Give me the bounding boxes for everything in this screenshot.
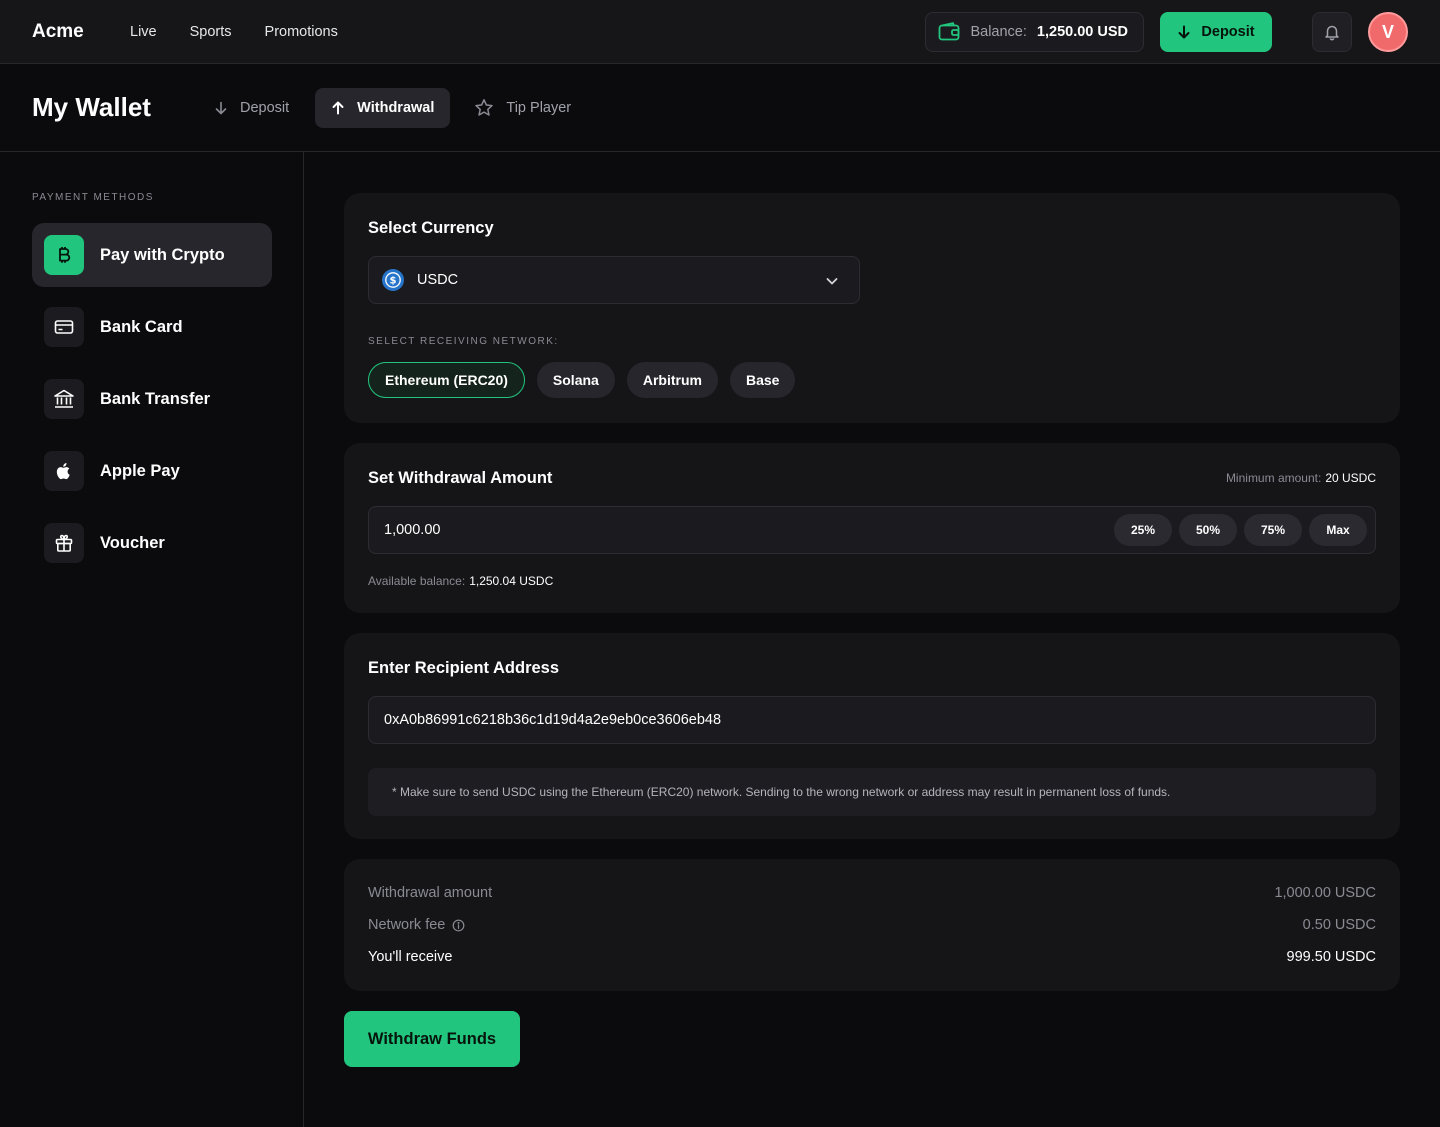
wallet-icon <box>938 22 960 42</box>
header-actions: Balance: 1,250.00 USD Deposit V <box>925 12 1408 52</box>
available-balance-label: Available balance: <box>368 574 466 588</box>
usdc-icon: $ <box>381 268 405 292</box>
recipient-card: Enter Recipient Address 0xA0b86991c6218b… <box>344 633 1400 839</box>
amount-value: 1,000.00 <box>384 522 441 538</box>
nav-live[interactable]: Live <box>130 24 157 40</box>
payment-methods-sidebar: PAYMENT METHODS Pay with Crypto Bank Car… <box>0 152 304 1127</box>
minimum-amount-label: Minimum amount: <box>1225 470 1322 485</box>
currency-card: Select Currency $ USDC SELECT RECEIVING … <box>344 193 1400 423</box>
summary-row-withdrawal: Withdrawal amount 1,000.00 USDC <box>368 877 1376 909</box>
network-fee-label: Network fee <box>368 917 446 933</box>
amount-title: Set Withdrawal Amount <box>368 469 553 487</box>
nav-sports[interactable]: Sports <box>190 24 232 40</box>
apple-icon <box>44 451 84 491</box>
receive-value: 999.50 USDC <box>1286 949 1376 965</box>
minimum-amount: Minimum amount: 20 USDC <box>1226 471 1376 485</box>
preset-25-button[interactable]: 25% <box>1114 514 1172 546</box>
sidebar-item-bank-card[interactable]: Bank Card <box>32 295 272 359</box>
sidebar-title: PAYMENT METHODS <box>32 192 154 203</box>
top-bar: Acme Live Sports Promotions Balance: 1,2… <box>0 0 1440 64</box>
page-header: My Wallet Deposit Withdrawal Tip Player <box>0 64 1440 152</box>
withdrawal-amount-value: 1,000.00 USDC <box>1274 885 1376 901</box>
tab-tip-player-label: Tip Player <box>506 99 572 116</box>
amount-input[interactable]: 1,000.00 25% 50% 75% Max <box>368 506 1376 554</box>
preset-max-button[interactable]: Max <box>1309 514 1367 546</box>
tab-deposit[interactable]: Deposit <box>210 88 305 128</box>
header-deposit-button[interactable]: Deposit <box>1160 12 1272 52</box>
tab-withdrawal[interactable]: Withdrawal <box>315 87 451 128</box>
tab-deposit-label: Deposit <box>240 99 290 116</box>
network-warning: * Make sure to send USDC using the Ether… <box>368 768 1376 816</box>
bell-icon <box>1323 23 1341 41</box>
chevron-down-icon <box>825 274 839 288</box>
sidebar-item-label: Pay with Crypto <box>100 245 225 264</box>
balance-label: Balance: <box>970 24 1027 40</box>
summary-card: Withdrawal amount 1,000.00 USDC Network … <box>344 859 1400 991</box>
recipient-title: Enter Recipient Address <box>368 659 560 677</box>
currency-value: USDC <box>417 272 459 288</box>
svg-text:$: $ <box>390 276 397 287</box>
info-icon[interactable] <box>452 919 465 932</box>
amount-presets: 25% 50% 75% Max <box>1114 514 1367 546</box>
withdrawal-form: Select Currency $ USDC SELECT RECEIVING … <box>304 152 1440 1127</box>
amount-card: Set Withdrawal Amount Minimum amount: 20 … <box>344 443 1400 613</box>
network-chips: Ethereum (ERC20) Solana Arbitrum Base <box>368 362 1376 398</box>
balance-value: 1,250.00 USD <box>1036 24 1128 40</box>
sidebar-item-apple-pay[interactable]: Apple Pay <box>32 439 272 503</box>
network-chip-base[interactable]: Base <box>729 362 796 398</box>
currency-title: Select Currency <box>368 219 494 237</box>
available-balance: Available balance: 1,250.04 USDC <box>368 574 1376 588</box>
preset-50-button[interactable]: 50% <box>1179 514 1237 546</box>
sidebar-item-label: Voucher <box>100 533 165 552</box>
summary-row-fee: Network fee 0.50 USDC <box>368 909 1376 941</box>
page-title: My Wallet <box>32 92 151 122</box>
notifications-button[interactable] <box>1312 12 1352 52</box>
minimum-amount-value: 20 USDC <box>1325 470 1376 485</box>
network-chip-arbitrum[interactable]: Arbitrum <box>626 362 718 398</box>
available-balance-value: 1,250.04 USDC <box>469 574 554 588</box>
star-icon <box>474 98 494 118</box>
network-fee-value: 0.50 USDC <box>1302 917 1376 933</box>
network-chip-ethereum[interactable]: Ethereum (ERC20) <box>368 362 525 398</box>
currency-select[interactable]: $ USDC <box>368 256 860 304</box>
summary-row-receive: You'll receive 999.50 USDC <box>368 941 1376 973</box>
sidebar-item-label: Bank Transfer <box>100 389 211 408</box>
arrow-down-icon <box>1177 25 1191 39</box>
withdraw-funds-button[interactable]: Withdraw Funds <box>344 1011 520 1067</box>
nav-promotions[interactable]: Promotions <box>265 24 338 40</box>
recipient-address-input[interactable]: 0xA0b86991c6218b36c1d19d4a2e9eb0ce3606eb… <box>368 696 1376 744</box>
network-fee: Network fee <box>368 917 465 933</box>
sidebar-item-bank-transfer[interactable]: Bank Transfer <box>32 367 272 431</box>
logo[interactable]: Acme <box>32 21 130 43</box>
network-label: SELECT RECEIVING NETWORK: <box>368 336 559 347</box>
preset-75-button[interactable]: 75% <box>1244 514 1302 546</box>
amount-header: Set Withdrawal Amount Minimum amount: 20 … <box>368 467 1376 488</box>
tab-withdrawal-label: Withdrawal <box>357 99 435 116</box>
sidebar-item-label: Bank Card <box>100 317 183 336</box>
arrow-up-icon <box>331 101 345 115</box>
sidebar-item-label: Apple Pay <box>100 461 180 480</box>
avatar[interactable]: V <box>1368 12 1408 52</box>
receive-label: You'll receive <box>368 949 453 965</box>
credit-card-icon <box>44 307 84 347</box>
sidebar-item-pay-with-crypto[interactable]: Pay with Crypto <box>32 223 272 287</box>
sidebar-item-voucher[interactable]: Voucher <box>32 511 272 575</box>
bitcoin-icon <box>44 235 84 275</box>
main-nav: Live Sports Promotions <box>130 24 371 40</box>
balance-display[interactable]: Balance: 1,250.00 USD <box>925 12 1144 52</box>
network-chip-solana[interactable]: Solana <box>536 362 615 398</box>
deposit-label: Deposit <box>1201 24 1255 40</box>
content-layout: PAYMENT METHODS Pay with Crypto Bank Car… <box>0 152 1440 1127</box>
gift-icon <box>44 523 84 563</box>
withdrawal-amount-label: Withdrawal amount <box>368 885 493 901</box>
tab-tip-player[interactable]: Tip Player <box>454 88 587 128</box>
bank-icon <box>44 379 84 419</box>
arrow-down-icon <box>214 101 228 115</box>
